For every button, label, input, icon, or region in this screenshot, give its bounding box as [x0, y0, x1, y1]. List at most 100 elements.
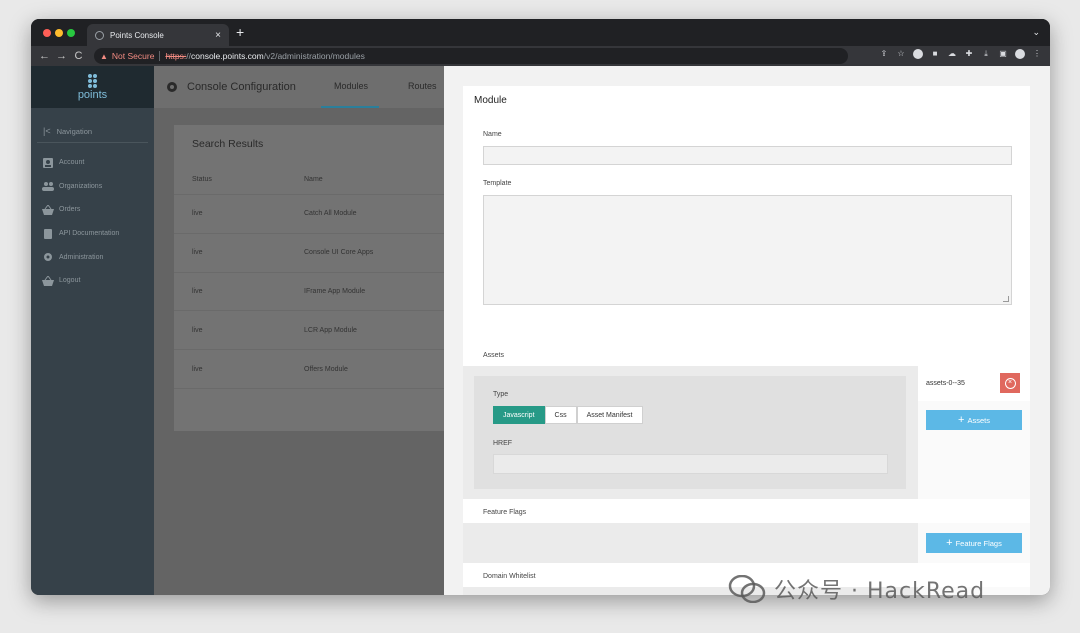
href-label: HREF: [493, 440, 513, 447]
type-label: Type: [493, 391, 509, 398]
account-icon: [43, 157, 53, 168]
row-name: Console UI Core Apps: [304, 249, 374, 257]
column-header-status[interactable]: Status: [174, 176, 304, 183]
menu-kebab-icon[interactable]: ⋮: [1032, 49, 1042, 59]
points-logo[interactable]: points: [31, 66, 154, 108]
table-row[interactable]: live Catch All Module: [174, 195, 474, 234]
sidebar-item-label: API Documentation: [59, 230, 120, 238]
sidebar-item-logout[interactable]: Logout: [31, 269, 154, 293]
href-input[interactable]: [493, 454, 888, 474]
logo-text: points: [77, 88, 108, 101]
tab-favicon-icon: [95, 30, 104, 40]
sidebar-item-account[interactable]: Account: [31, 151, 154, 175]
omnibox-divider: [159, 51, 161, 61]
documentation-icon: [44, 228, 52, 239]
resize-handle-icon[interactable]: [1003, 296, 1009, 302]
plus-icon: +: [958, 414, 965, 426]
column-header-name[interactable]: Name: [304, 176, 323, 183]
asset-chip[interactable]: assets-0--35 ×: [918, 366, 1030, 401]
type-option-javascript[interactable]: Javascript: [493, 406, 545, 424]
row-name: Offers Module: [304, 365, 348, 373]
share-icon[interactable]: ⇪: [879, 49, 889, 59]
name-input[interactable]: [483, 146, 1012, 165]
sidebar-nav-label: Navigation: [56, 126, 93, 136]
forward-button[interactable]: →: [53, 50, 70, 62]
sidebar-item-label: Account: [59, 159, 85, 167]
row-status: live: [192, 249, 203, 257]
sidebar-item-label: Organizations: [59, 182, 103, 190]
logout-icon: [42, 275, 54, 286]
remove-circle-icon: ×: [1004, 377, 1016, 389]
browser-window: Points Console × + ⌄ ← → C ▲ Not Secure …: [31, 19, 1050, 595]
orders-icon: [42, 204, 54, 215]
feature-flags-section-header: Feature Flags: [463, 499, 1030, 523]
browser-toolbar: ← → C ▲ Not Secure https://console.point…: [31, 46, 1050, 66]
extension-toolbar: ⇪ ☆ ■ ☁ ✚ ⤓ ▣ ⋮: [879, 49, 1042, 59]
tab-close-icon[interactable]: ×: [215, 30, 221, 41]
feature-flags-panel: [463, 523, 918, 563]
table-row[interactable]: live LCR App Module: [174, 311, 474, 351]
sidebar-item-api-documentation[interactable]: API Documentation: [31, 222, 154, 246]
url-path: /v2/administration/modules: [263, 51, 365, 61]
sidebar-divider: [37, 142, 148, 143]
table-row[interactable]: live IFrame App Module: [174, 273, 474, 312]
module-editor-panel: Module Name Template Assets Type Javascr…: [444, 66, 1050, 595]
row-name: Catch All Module: [304, 210, 357, 218]
table-row[interactable]: live Offers Module: [174, 350, 474, 389]
profile-avatar[interactable]: [1015, 49, 1025, 59]
sidebar-item-orders[interactable]: Orders: [31, 198, 154, 222]
sidebar-item-administration[interactable]: Administration: [31, 245, 154, 269]
remove-asset-button[interactable]: ×: [1000, 373, 1020, 393]
tab-routes[interactable]: Routes: [408, 81, 437, 91]
assets-section-header: Assets: [463, 346, 1030, 366]
asset-chip-label: assets-0--35: [926, 380, 965, 387]
extension-badge-icon[interactable]: ■: [930, 49, 940, 59]
row-status: live: [192, 326, 203, 334]
side-panel-icon[interactable]: ▣: [998, 49, 1008, 59]
new-tab-button[interactable]: +: [236, 25, 244, 39]
assets-label: Assets: [483, 352, 505, 359]
domain-whitelist-label: Domain Whitelist: [483, 573, 536, 580]
sidebar-item-label: Orders: [59, 206, 81, 214]
tab-title: Points Console: [110, 30, 164, 40]
tab-search-icon[interactable]: ⌄: [1032, 27, 1040, 38]
extension-cloud-icon[interactable]: ☁: [947, 49, 957, 59]
assets-list: assets-0--35 × + Assets: [918, 366, 1030, 499]
tab-modules[interactable]: Modules: [334, 81, 368, 91]
maximize-window-button[interactable]: [67, 29, 75, 37]
table-row[interactable]: live Console UI Core Apps: [174, 234, 474, 273]
search-results-panel: Search Results Status Name live Catch Al…: [174, 125, 474, 431]
address-bar[interactable]: ▲ Not Secure https://console.points.com /…: [94, 48, 848, 64]
puzzle-icon[interactable]: ✚: [964, 49, 974, 59]
add-feature-flags-button[interactable]: + Feature Flags: [926, 533, 1022, 553]
minimize-window-button[interactable]: [55, 29, 63, 37]
download-icon[interactable]: ⤓: [981, 49, 991, 59]
sidebar-collapse-toggle[interactable]: |< Navigation: [31, 108, 154, 140]
warning-icon: ▲: [100, 51, 108, 61]
template-textarea[interactable]: [483, 195, 1012, 305]
browser-tab[interactable]: Points Console ×: [87, 24, 229, 46]
search-results-title: Search Results: [192, 138, 264, 150]
plus-icon: +: [946, 537, 953, 549]
feature-flags-actions: + Feature Flags: [918, 523, 1030, 563]
reload-button[interactable]: C: [70, 50, 87, 62]
row-status: live: [192, 210, 203, 218]
template-label: Template: [483, 180, 512, 187]
url-host: console.points.com: [190, 51, 264, 61]
type-option-asset-manifest[interactable]: Asset Manifest: [576, 406, 643, 424]
back-button[interactable]: ←: [36, 50, 53, 62]
modal-title: Module: [463, 86, 1030, 116]
sidebar-item-organizations[interactable]: Organizations: [31, 175, 154, 199]
organizations-icon: [42, 182, 54, 192]
collapse-arrow-icon: |<: [43, 126, 51, 136]
security-indicator[interactable]: Not Secure: [112, 51, 155, 61]
sidebar: points |< Navigation Account Organizatio…: [31, 66, 154, 595]
row-status: live: [192, 365, 203, 373]
add-assets-button[interactable]: + Assets: [926, 410, 1022, 430]
feature-flags-label: Feature Flags: [483, 509, 527, 516]
extension-icon[interactable]: [913, 49, 923, 59]
row-name: LCR App Module: [304, 326, 357, 334]
bookmark-star-icon[interactable]: ☆: [896, 49, 906, 59]
close-window-button[interactable]: [43, 29, 51, 37]
type-option-css[interactable]: Css: [544, 406, 577, 424]
